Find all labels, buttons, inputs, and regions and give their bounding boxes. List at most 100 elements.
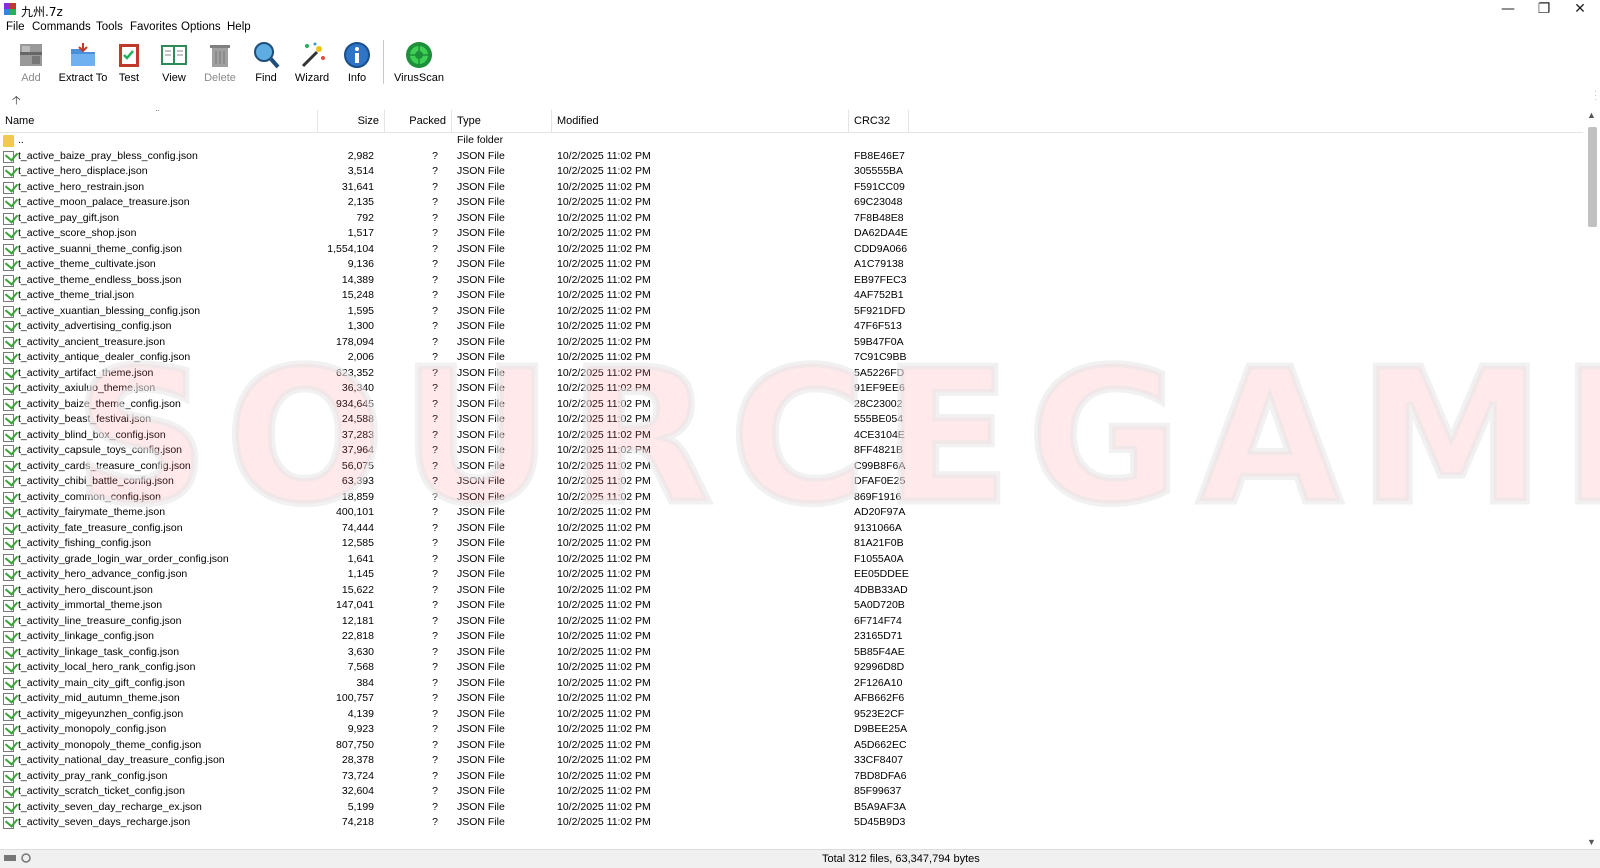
file-packed: ?	[432, 428, 438, 441]
table-row[interactable]: t_activity_fishing_config.json 12,585? JSO…	[0, 536, 1583, 552]
parent-folder-row[interactable]: .. File folder	[0, 133, 1583, 149]
table-row[interactable]: t_activity_seven_day_recharge_ex.json 5,1…	[0, 800, 1583, 816]
table-row[interactable]: t_activity_ancient_treasure.json 178,094?…	[0, 335, 1583, 351]
add-button[interactable]: Add	[5, 40, 57, 86]
up-arrow-icon[interactable]: 🡡	[12, 91, 21, 112]
menu-help[interactable]: Help	[227, 21, 251, 33]
table-row[interactable]: t_activity_mid_autumn_theme.json 100,757?…	[0, 691, 1583, 707]
table-row[interactable]: t_activity_local_hero_rank_config.json 7,…	[0, 660, 1583, 676]
table-row[interactable]: t_activity_immortal_theme.json 147,041? JS…	[0, 598, 1583, 614]
column-modified-header[interactable]: Modified	[552, 110, 849, 132]
table-row[interactable]: t_activity_main_city_gift_config.json 384…	[0, 676, 1583, 692]
drive-icons	[4, 853, 34, 863]
file-list[interactable]: ⌃ Name Size Packed Type Modified CRC32 .…	[0, 110, 1583, 847]
table-row[interactable]: t_activity_beast_festival.json 24,588? JSO…	[0, 412, 1583, 428]
table-row[interactable]: t_active_pay_gift.json 792? JSON File 10/2/…	[0, 211, 1583, 227]
table-row[interactable]: t_active_hero_displace.json 3,514? JSON Fi…	[0, 164, 1583, 180]
table-row[interactable]: t_activity_advertising_config.json 1,300?…	[0, 319, 1583, 335]
file-type: JSON File	[457, 258, 505, 270]
vertical-scrollbar[interactable]: ▲ ▼	[1585, 110, 1600, 847]
file-name: t_active_pay_gift.json	[18, 211, 119, 224]
column-type-header[interactable]: Type	[452, 110, 552, 132]
file-crc: C99B8F6A	[854, 459, 906, 472]
file-crc: 91EF9EE6	[854, 382, 905, 394]
file-name: t_activity_pray_rank_config.json	[18, 769, 168, 782]
view-button[interactable]: View	[148, 40, 200, 86]
table-row[interactable]: t_activity_hero_discount.json 15,622? JSON…	[0, 583, 1583, 599]
table-row[interactable]: t_activity_blind_box_config.json 37,283? J…	[0, 428, 1583, 444]
table-row[interactable]: t_activity_linkage_config.json 22,818? JSO…	[0, 629, 1583, 645]
scroll-down-icon[interactable]: ▼	[1587, 837, 1596, 847]
table-row[interactable]: t_active_suanni_theme_config.json 1,554,1…	[0, 242, 1583, 258]
table-row[interactable]: t_activity_monopoly_config.json 9,923? JSO…	[0, 722, 1583, 738]
table-row[interactable]: t_activity_fate_treasure_config.json 74,4…	[0, 521, 1583, 537]
table-row[interactable]: t_activity_migeyunzhen_config.json 4,139?…	[0, 707, 1583, 723]
file-modified: 10/2/2025 11:02 PM	[557, 723, 651, 735]
file-crc: A5D662EC	[854, 738, 907, 751]
file-modified: 10/2/2025 11:02 PM	[557, 754, 651, 766]
minimize-button[interactable]: —	[1490, 0, 1526, 20]
table-row[interactable]: t_activity_cards_treasure_config.json 56,…	[0, 459, 1583, 475]
info-button[interactable]: Info	[331, 40, 383, 86]
file-packed: ?	[432, 552, 438, 565]
menu-favorites[interactable]: Favorites	[130, 21, 177, 33]
menu-file[interactable]: File	[6, 21, 25, 33]
file-crc: AD20F97A	[854, 506, 906, 518]
virusscan-button[interactable]: VirusScan	[388, 40, 450, 86]
file-crc: 5F921DFD	[854, 304, 906, 317]
file-type: JSON File	[457, 738, 505, 751]
scroll-up-icon[interactable]: ▲	[1587, 110, 1596, 120]
table-row[interactable]: t_activity_seven_days_recharge.json 74,21…	[0, 815, 1583, 831]
table-row[interactable]: t_activity_monopoly_theme_config.json 807…	[0, 738, 1583, 754]
file-size: 3,514	[347, 165, 374, 177]
file-packed: ?	[432, 196, 438, 208]
table-row[interactable]: t_active_baize_pray_bless_config.json 2,9…	[0, 149, 1583, 165]
column-name-header[interactable]: Name	[0, 110, 318, 132]
table-row[interactable]: t_activity_antique_dealer_config.json 2,0…	[0, 350, 1583, 366]
file-modified: 10/2/2025 11:02 PM	[557, 242, 651, 255]
json-file-icon	[3, 553, 14, 566]
menu-options[interactable]: Options	[181, 21, 221, 33]
window-title: 九州.7z	[21, 5, 63, 19]
column-size-header[interactable]: Size	[318, 110, 385, 132]
file-name: t_activity_axiuluo_theme.json	[18, 382, 156, 394]
file-modified: 10/2/2025 11:02 PM	[557, 289, 651, 301]
table-row[interactable]: t_activity_scratch_ticket_config.json 32,…	[0, 784, 1583, 800]
table-row[interactable]: t_activity_national_day_treasure_config.…	[0, 753, 1583, 769]
scroll-thumb[interactable]	[1588, 127, 1597, 227]
table-row[interactable]: t_active_score_shop.json 1,517? JSON File 1…	[0, 226, 1583, 242]
table-row[interactable]: t_activity_grade_login_war_order_config.…	[0, 552, 1583, 568]
close-button[interactable]: ✕	[1562, 0, 1598, 20]
file-packed: ?	[432, 242, 438, 255]
table-row[interactable]: t_active_hero_restrain.json 31,641? JSON F…	[0, 180, 1583, 196]
file-crc: 4AF752B1	[854, 289, 904, 301]
table-row[interactable]: t_activity_chibi_battle_config.json 63,39…	[0, 474, 1583, 490]
table-row[interactable]: t_activity_linkage_task_config.json 3,630…	[0, 645, 1583, 661]
table-row[interactable]: t_active_theme_cultivate.json 9,136? JSON …	[0, 257, 1583, 273]
menu-tools[interactable]: Tools	[96, 21, 123, 33]
find-button[interactable]: Find	[240, 40, 292, 86]
table-row[interactable]: t_activity_common_config.json 18,859? JSON…	[0, 490, 1583, 506]
table-row[interactable]: t_active_xuantian_blessing_config.json 1,…	[0, 304, 1583, 320]
table-row[interactable]: t_activity_hero_advance_config.json 1,145…	[0, 567, 1583, 583]
table-row[interactable]: t_activity_line_treasure_config.json 12,1…	[0, 614, 1583, 630]
file-modified: 10/2/2025 11:02 PM	[557, 800, 651, 813]
column-packed-header[interactable]: Packed	[385, 110, 452, 132]
table-row[interactable]: t_active_theme_trial.json 15,248? JSON Fil…	[0, 288, 1583, 304]
table-row[interactable]: t_activity_baize_theme_config.json 934,64…	[0, 397, 1583, 413]
table-row[interactable]: t_activity_artifact_theme.json 623,352? JS…	[0, 366, 1583, 382]
file-size: 9,136	[347, 258, 374, 270]
delete-button[interactable]: Delete	[194, 40, 246, 86]
table-row[interactable]: t_active_theme_endless_boss.json 14,389? J…	[0, 273, 1583, 289]
file-crc: DFAF0E25	[854, 475, 906, 487]
restore-button[interactable]: ❐	[1526, 0, 1562, 20]
table-row[interactable]: t_activity_fairymate_theme.json 400,101? J…	[0, 505, 1583, 521]
menu-commands[interactable]: Commands	[32, 21, 91, 33]
table-row[interactable]: t_activity_axiuluo_theme.json 36,340? JSON…	[0, 381, 1583, 397]
table-row[interactable]: t_activity_capsule_toys_config.json 37,96…	[0, 443, 1583, 459]
table-row[interactable]: t_activity_pray_rank_config.json 73,724? J…	[0, 769, 1583, 785]
table-row[interactable]: t_active_moon_palace_treasure.json 2,135?…	[0, 195, 1583, 211]
file-modified: 10/2/2025 11:02 PM	[557, 645, 651, 658]
file-size: 807,750	[336, 738, 374, 751]
column-crc-header[interactable]: CRC32	[849, 110, 909, 132]
